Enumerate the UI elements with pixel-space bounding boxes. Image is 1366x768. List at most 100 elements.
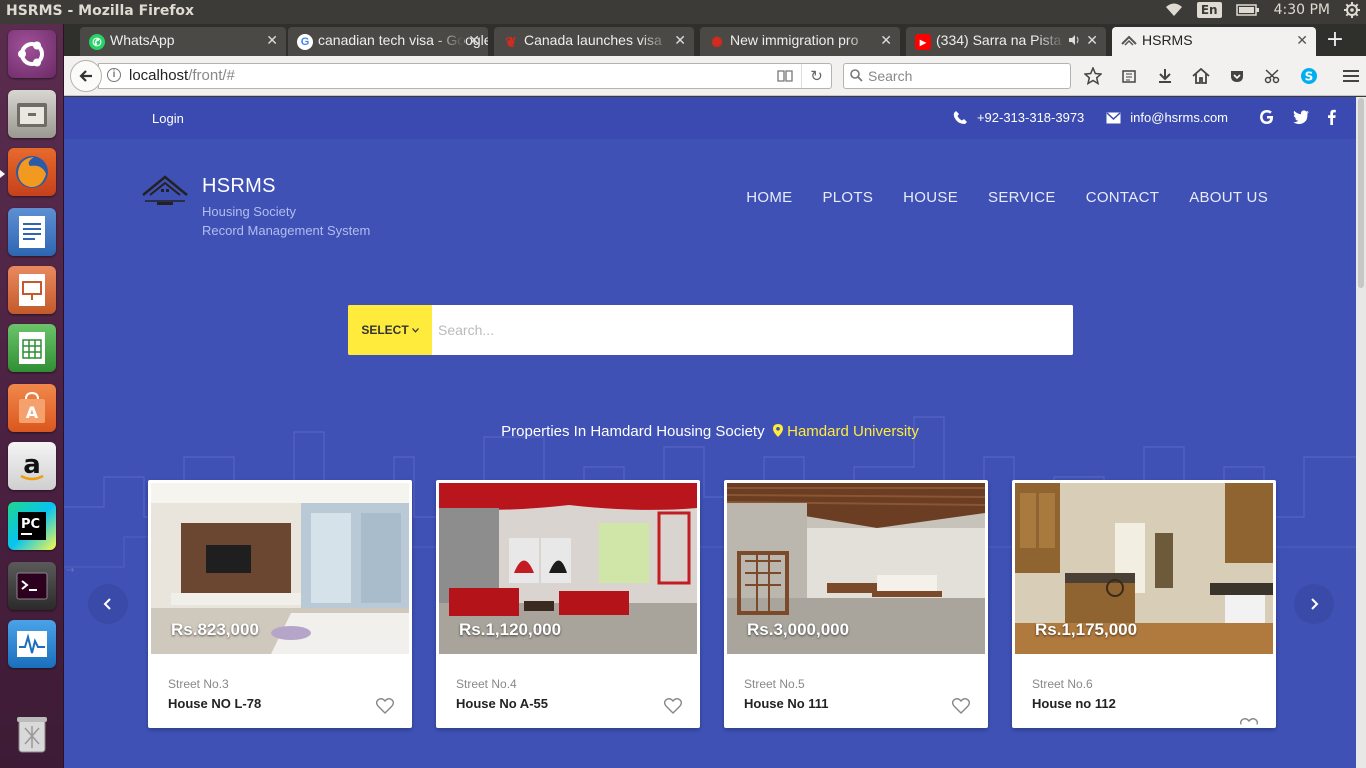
tab-immigration[interactable]: ✺ New immigration pro ✕	[700, 27, 900, 56]
software-center-icon[interactable]: A	[8, 384, 56, 432]
home-icon[interactable]	[1190, 65, 1212, 87]
close-tab-icon[interactable]: ✕	[1086, 32, 1098, 49]
settings-gear-icon[interactable]	[1344, 2, 1360, 18]
login-link[interactable]: Login	[152, 111, 184, 126]
close-tab-icon[interactable]: ✕	[468, 32, 480, 49]
hamburger-menu-icon[interactable]	[1340, 65, 1362, 87]
wifi-icon[interactable]	[1165, 3, 1183, 17]
screenshot-scissors-icon[interactable]	[1262, 65, 1284, 87]
nav-service[interactable]: SERVICE	[988, 189, 1056, 206]
toolbar-icons: S	[1082, 65, 1362, 87]
bookmarks-menu-icon[interactable]	[1118, 65, 1140, 87]
new-tab-button[interactable]: +	[1320, 27, 1350, 55]
nav-contact[interactable]: CONTACT	[1086, 189, 1159, 206]
property-price: Rs.823,000	[171, 620, 259, 639]
svg-text:→: →	[66, 565, 74, 576]
social-links	[1259, 109, 1336, 128]
clock[interactable]: 4:30 PM	[1274, 2, 1330, 18]
libreoffice-writer-icon[interactable]	[8, 208, 56, 256]
property-name: House No A-55	[456, 696, 548, 711]
property-name: House No 111	[744, 696, 829, 711]
site-info-icon[interactable]: i	[107, 68, 121, 82]
site-brand[interactable]: HSRMS Housing Society Record Management …	[142, 175, 370, 240]
carousel-prev-button[interactable]	[88, 584, 128, 624]
email-contact[interactable]: info@hsrms.com	[1106, 110, 1228, 125]
email-address: info@hsrms.com	[1130, 110, 1228, 125]
twitter-icon[interactable]	[1293, 110, 1309, 127]
facebook-icon[interactable]	[1327, 109, 1336, 128]
nav-home[interactable]: HOME	[746, 189, 792, 206]
speaker-icon[interactable]	[1068, 33, 1080, 49]
amazon-icon[interactable]: a	[8, 442, 56, 490]
downloads-icon[interactable]	[1154, 65, 1176, 87]
system-top-panel: HSRMS - Mozilla Firefox En 4:30 PM	[0, 0, 1366, 24]
close-tab-icon[interactable]: ✕	[266, 32, 278, 49]
nav-about-us[interactable]: ABOUT US	[1189, 189, 1268, 206]
property-card[interactable]: Rs.3,000,000 Street No.5 House No 111	[724, 480, 988, 728]
search-icon	[850, 69, 863, 82]
tab-canada-visa[interactable]: ❦ Canada launches visa ✕	[494, 27, 694, 56]
youtube-icon: ▶	[915, 34, 931, 50]
nav-house[interactable]: HOUSE	[903, 189, 958, 206]
window-title: HSRMS - Mozilla Firefox	[6, 3, 195, 19]
libreoffice-calc-icon[interactable]	[8, 324, 56, 372]
nav-plots[interactable]: PLOTS	[822, 189, 873, 206]
battery-icon[interactable]	[1235, 4, 1260, 16]
trash-icon[interactable]	[8, 710, 56, 758]
tab-youtube[interactable]: ▶ (334) Sarra na Pista ✕	[906, 27, 1106, 56]
main-navigation: HOME PLOTS HOUSE SERVICE CONTACT ABOUT U…	[746, 189, 1268, 206]
browser-search-box[interactable]: Search	[843, 63, 1071, 89]
property-card[interactable]: Rs.1,175,000 Street No.6 House no 112	[1012, 480, 1276, 728]
category-select-button[interactable]: SELECT	[348, 305, 432, 355]
pocket-icon[interactable]	[1226, 65, 1248, 87]
favorite-heart-icon[interactable]	[952, 698, 970, 714]
google-plus-icon[interactable]	[1259, 109, 1275, 128]
property-street: Street No.4	[456, 677, 517, 691]
chevron-left-icon	[103, 598, 111, 610]
keyboard-layout-indicator[interactable]: En	[1196, 2, 1222, 18]
reload-icon[interactable]: ↻	[801, 64, 831, 88]
mail-icon	[1106, 111, 1121, 123]
firefox-icon[interactable]	[8, 148, 56, 196]
property-name: House no 112	[1032, 696, 1116, 711]
back-button[interactable]	[70, 60, 102, 92]
unity-launcher: A a PC	[0, 24, 64, 768]
contact-strip: Login +92-313-318-3973 info@hsrms.com	[64, 97, 1356, 139]
close-tab-icon[interactable]: ✕	[880, 32, 892, 49]
skype-icon[interactable]: S	[1298, 65, 1320, 87]
files-icon[interactable]	[8, 90, 56, 138]
location-link[interactable]: Hamdard University	[787, 423, 919, 440]
tab-whatsapp[interactable]: ✆ WhatsApp ✕	[80, 27, 286, 56]
pycharm-icon[interactable]: PC	[8, 502, 56, 550]
chevron-down-icon	[411, 327, 419, 333]
close-tab-icon[interactable]: ✕	[1296, 32, 1308, 49]
ubuntu-dash-icon[interactable]	[8, 30, 56, 78]
property-photo-red-lounge: Rs.1,120,000	[439, 483, 697, 654]
properties-heading: Properties In Hamdard Housing Society Ha…	[64, 423, 1356, 440]
close-tab-icon[interactable]: ✕	[674, 32, 686, 49]
svg-text:A: A	[26, 403, 39, 422]
url-bar[interactable]: i localhost/front/# ↻	[98, 63, 832, 89]
favorite-heart-icon[interactable]	[1240, 718, 1258, 734]
bookmark-star-icon[interactable]	[1082, 65, 1104, 87]
property-card[interactable]: Rs.1,120,000 Street No.4 House No A-55	[436, 480, 700, 728]
favorite-heart-icon[interactable]	[664, 698, 682, 714]
url-host: localhost	[129, 67, 189, 84]
terminal-icon[interactable]	[8, 562, 56, 610]
property-search-input[interactable]	[432, 305, 1073, 355]
phone-contact[interactable]: +92-313-318-3973	[953, 110, 1084, 125]
page-scrollbar-thumb[interactable]	[1358, 98, 1364, 288]
carousel-next-button[interactable]	[1294, 584, 1334, 624]
browser-tab-bar: ✆ WhatsApp ✕ G canadian tech visa - Goog…	[64, 24, 1366, 56]
tab-hsrms[interactable]: HSRMS ✕	[1112, 27, 1316, 56]
property-photo-living-room: Rs.823,000	[151, 483, 409, 654]
libreoffice-impress-icon[interactable]	[8, 266, 56, 314]
property-card[interactable]: Rs.823,000 Street No.3 House NO L-78	[148, 480, 412, 728]
property-street: Street No.6	[1032, 677, 1093, 691]
reader-view-icon[interactable]	[777, 69, 793, 87]
tab-google-search[interactable]: G canadian tech visa - Google Search ✕	[288, 27, 488, 56]
property-search: SELECT	[348, 305, 1073, 355]
favorite-heart-icon[interactable]	[376, 698, 394, 714]
system-monitor-icon[interactable]	[8, 620, 56, 668]
property-price: Rs.1,175,000	[1035, 620, 1138, 639]
